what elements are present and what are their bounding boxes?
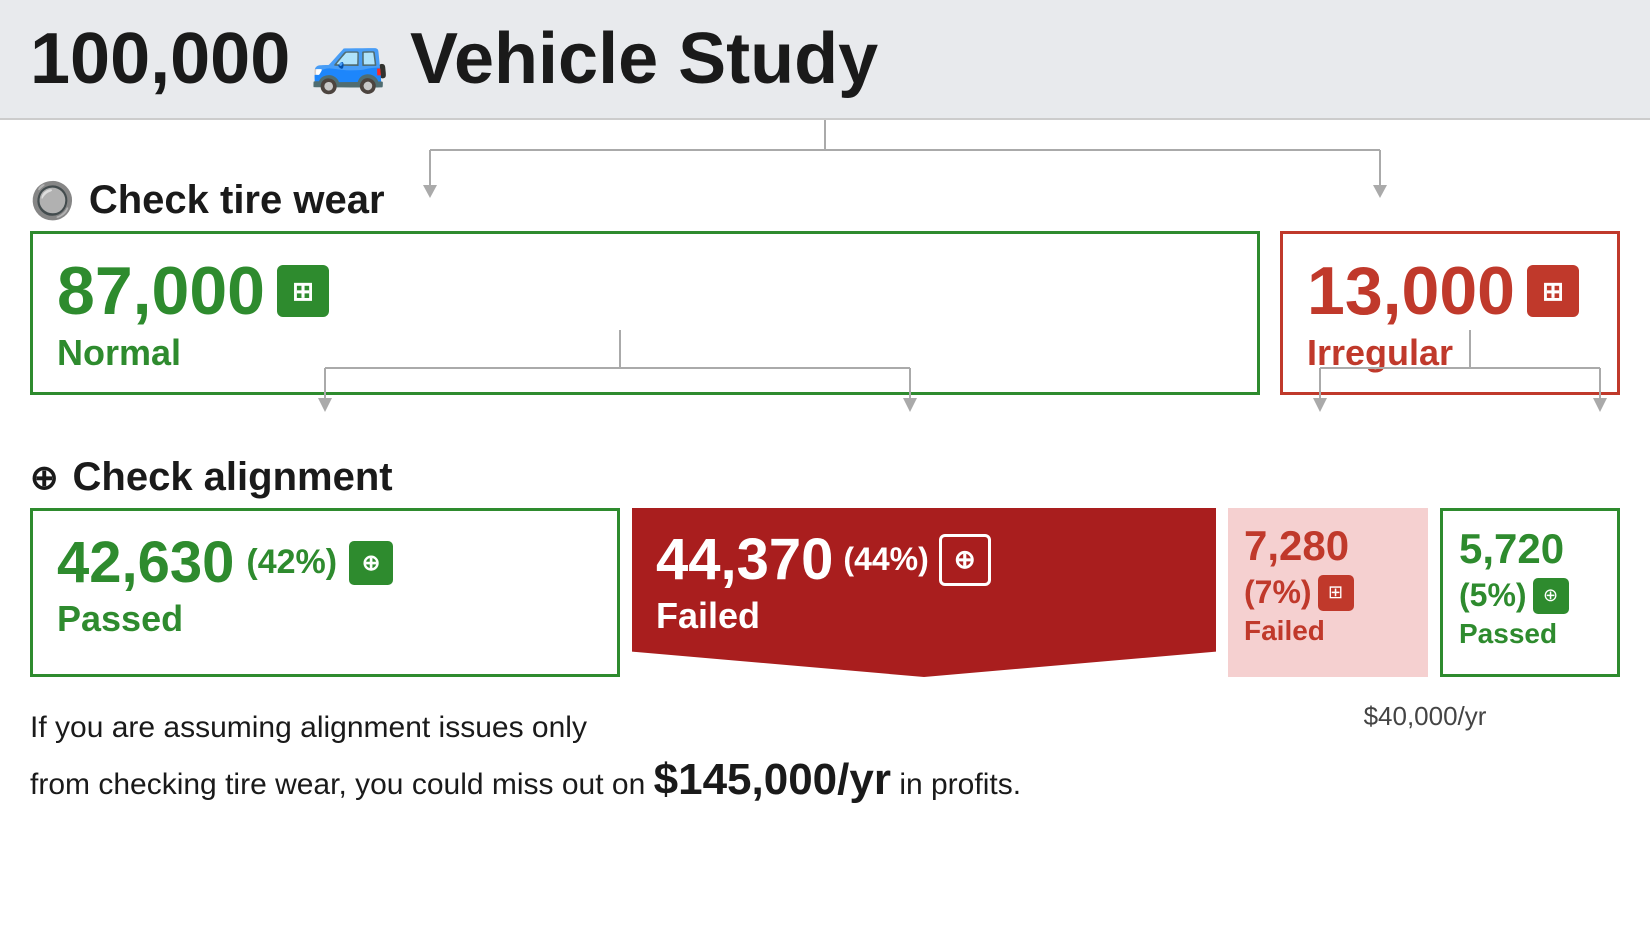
page-title: 100,000 🚙 Vehicle Study [30, 18, 878, 100]
alignment-failed-label: Failed [656, 595, 1192, 637]
alignment-failed-count: 44,370 (44%) ⊕ [656, 526, 1192, 593]
tire-normal-count: 87,000 ⊞ [57, 252, 1233, 330]
tire-normal-label: Normal [57, 332, 1233, 374]
bottom-section: If you are assuming alignment issues onl… [30, 689, 1620, 811]
alignment-irregular-passed-label: Passed [1459, 618, 1601, 650]
tire-icon: 🔘 [30, 180, 75, 222]
alignment-passed-box: 42,630 (42%) ⊕ Passed [30, 508, 620, 677]
alignment-irregular-failed-pct: (7%) [1244, 574, 1312, 611]
profit-amount: $145,000/yr [654, 755, 891, 804]
alignment-failed-pct: (44%) [843, 541, 928, 578]
bottom-text-after: in profits. [899, 768, 1021, 801]
alignment-irregular-passed-icon: ⊕ [1533, 578, 1569, 614]
alignment-section-label: Check alignment [73, 455, 393, 500]
tire-irregular-box: 13,000 ⊞ Irregular [1280, 231, 1620, 395]
tire-irregular-count: 13,000 ⊞ [1307, 252, 1593, 330]
alignment-failed-dark-box: 44,370 (44%) ⊕ Failed [632, 508, 1216, 677]
alignment-irregular-failed-tire: ⊞ [1318, 575, 1354, 611]
alignment-section-header: ⊕ Check alignment [30, 455, 1620, 500]
alignment-icon: ⊕ [30, 458, 59, 498]
alignment-passed-icon: ⊕ [349, 541, 393, 585]
small-price-tag: $40,000/yr [1230, 689, 1620, 732]
tire-normal-box: 87,000 ⊞ Normal [30, 231, 1260, 395]
alignment-irregular-failed-box: 7,280 (7%) ⊞ Failed [1228, 508, 1428, 677]
tire-normal-icon: ⊞ [277, 265, 329, 317]
tire-wear-row: 87,000 ⊞ Normal 13,000 ⊞ Irregular [30, 231, 1620, 395]
tire-irregular-icon: ⊞ [1527, 265, 1579, 317]
title-number: 100,000 [30, 18, 290, 100]
car-icon: 🚙 [310, 22, 390, 97]
tire-irregular-label: Irregular [1307, 332, 1593, 374]
alignment-irregular-passed-box: 5,720 (5%) ⊕ Passed [1440, 508, 1620, 677]
alignment-passed-label: Passed [57, 598, 593, 640]
title-suffix: Vehicle Study [410, 18, 878, 100]
header: 100,000 🚙 Vehicle Study [0, 0, 1650, 120]
bottom-text: If you are assuming alignment issues onl… [30, 707, 1230, 811]
alignment-irregular-failed-label: Failed [1244, 615, 1412, 647]
alignment-row: 42,630 (42%) ⊕ Passed 44,370 (44%) ⊕ Fai… [30, 508, 1620, 677]
alignment-passed-pct: (42%) [246, 543, 337, 582]
alignment-passed-count: 42,630 (42%) ⊕ [57, 529, 593, 596]
alignment-irregular-passed-count: 5,720 [1459, 525, 1601, 573]
alignment-failed-icon: ⊕ [939, 534, 991, 586]
bottom-text-block: If you are assuming alignment issues onl… [30, 689, 1230, 811]
tire-section-label: Check tire wear [89, 178, 385, 223]
alignment-irregular-passed-pct: (5%) [1459, 577, 1527, 614]
small-price-label: $40,000/yr [1230, 701, 1620, 732]
tire-section-header: 🔘 Check tire wear [30, 178, 1620, 223]
alignment-irregular-failed-count: 7,280 [1244, 522, 1412, 570]
